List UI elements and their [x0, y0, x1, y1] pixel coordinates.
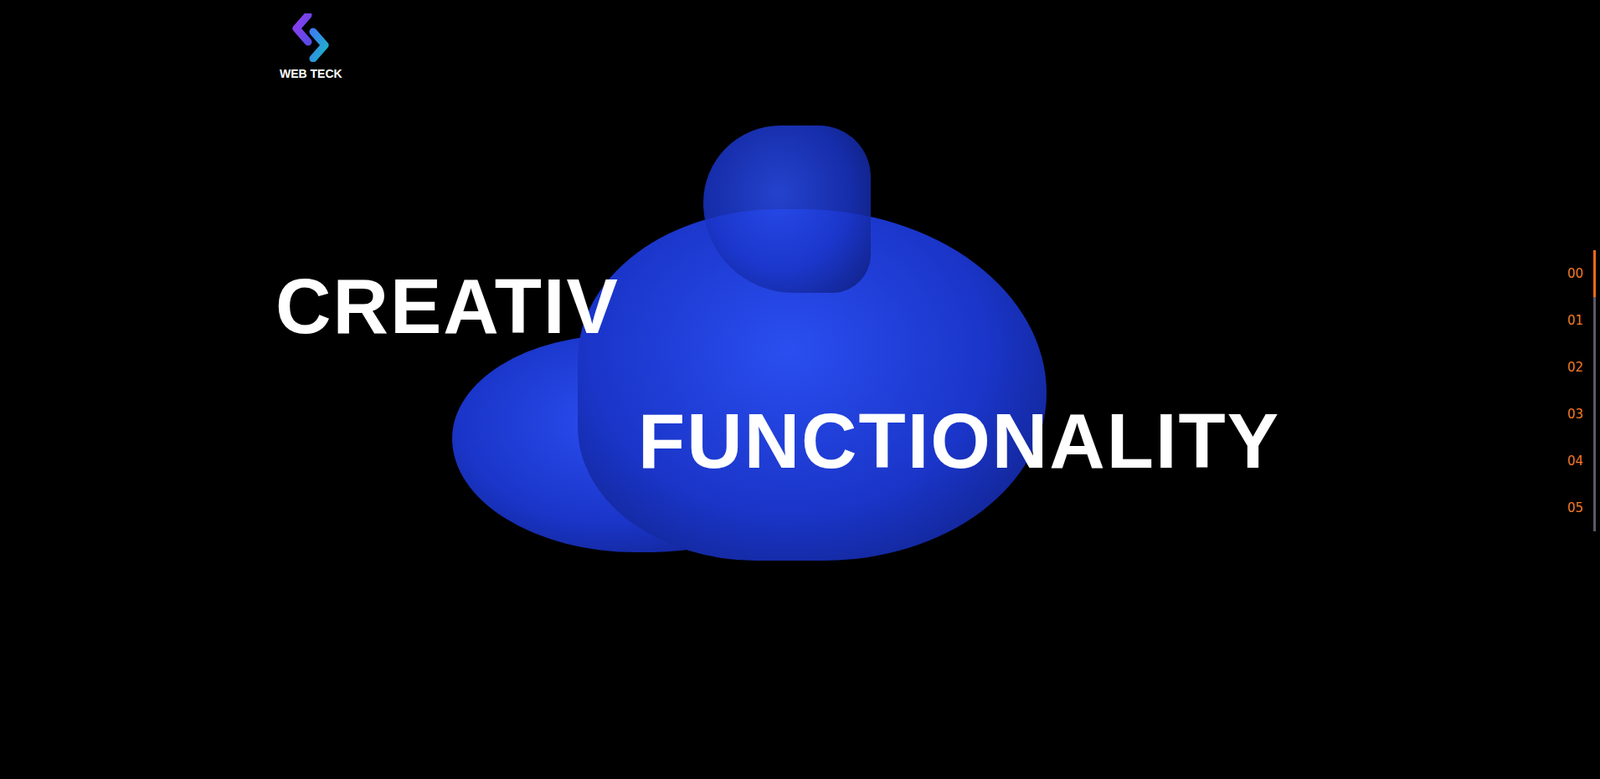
section-nav-item[interactable]: 05: [1567, 484, 1596, 532]
logo-text: WEB TECK: [279, 66, 343, 81]
section-nav-item[interactable]: 01: [1567, 297, 1596, 345]
logo-icon: [291, 13, 330, 62]
hero: CREATIV FUNCTIONALITY: [0, 80, 1600, 484]
hero-line: CREATIV: [275, 264, 1600, 350]
hero-line: FUNCTIONALITY: [637, 399, 1600, 484]
page: WEB TECKCREATIVFUNCTIONALITY000102030405: [0, 0, 1600, 779]
section-nav: 000102030405: [1567, 250, 1596, 532]
header: WEB TECK: [0, 0, 1600, 81]
section-nav-item[interactable]: 04: [1567, 437, 1596, 485]
logo[interactable]: WEB TECK: [279, 13, 343, 81]
section-nav-item[interactable]: 03: [1567, 390, 1596, 438]
section-nav-item[interactable]: 02: [1567, 344, 1596, 391]
section-nav-item[interactable]: 00: [1567, 250, 1596, 298]
